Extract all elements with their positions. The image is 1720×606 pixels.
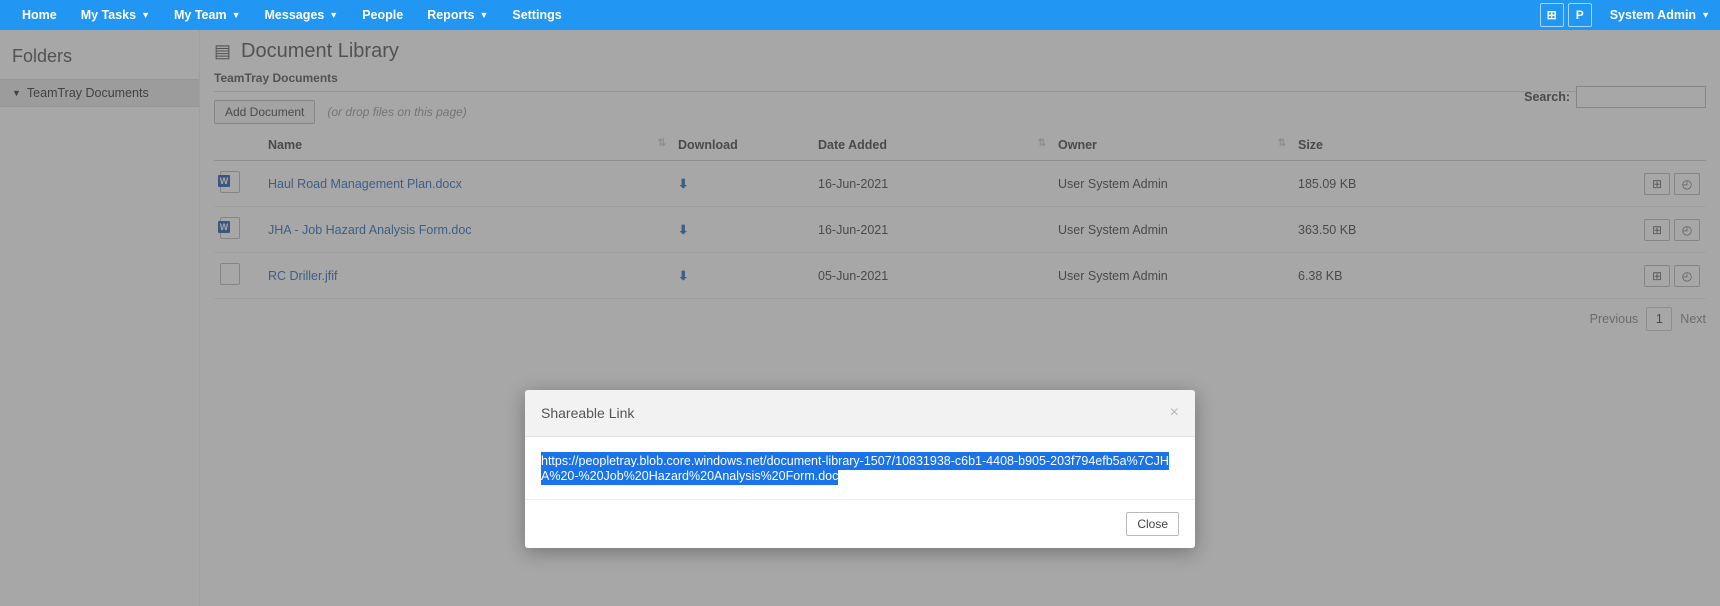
nav-home[interactable]: Home: [10, 0, 69, 30]
caret-down-icon: ▼: [141, 10, 150, 20]
nav-settings[interactable]: Settings: [500, 0, 573, 30]
caret-down-icon: ▼: [1701, 10, 1710, 20]
caret-down-icon: ▼: [479, 10, 488, 20]
shareable-link-modal: Shareable Link × https://peopletray.blob…: [525, 390, 1195, 548]
close-icon[interactable]: ×: [1170, 404, 1179, 422]
grid-icon-button[interactable]: ⊞: [1540, 3, 1564, 27]
user-label: System Admin: [1610, 8, 1696, 22]
caret-down-icon: ▼: [232, 10, 241, 20]
nav-reports[interactable]: Reports ▼: [415, 0, 500, 30]
nav-my-tasks-label: My Tasks: [81, 8, 136, 22]
nav-reports-label: Reports: [427, 8, 474, 22]
user-menu[interactable]: System Admin ▼: [1610, 8, 1710, 22]
modal-title: Shareable Link: [541, 405, 634, 421]
top-nav: Home My Tasks ▼ My Team ▼ Messages ▼ People…: [0, 0, 1720, 30]
modal-overlay: Shareable Link × https://peopletray.blob…: [0, 30, 1720, 606]
nav-people[interactable]: People: [350, 0, 415, 30]
nav-my-team-label: My Team: [174, 8, 227, 22]
nav-messages-label: Messages: [265, 8, 325, 22]
shareable-link-text[interactable]: https://peopletray.blob.core.windows.net…: [541, 452, 1169, 485]
close-button[interactable]: Close: [1126, 512, 1179, 536]
caret-down-icon: ▼: [329, 10, 338, 20]
p-icon-button[interactable]: P: [1568, 3, 1592, 27]
nav-my-tasks[interactable]: My Tasks ▼: [69, 0, 162, 30]
nav-messages[interactable]: Messages ▼: [253, 0, 351, 30]
nav-my-team[interactable]: My Team ▼: [162, 0, 253, 30]
